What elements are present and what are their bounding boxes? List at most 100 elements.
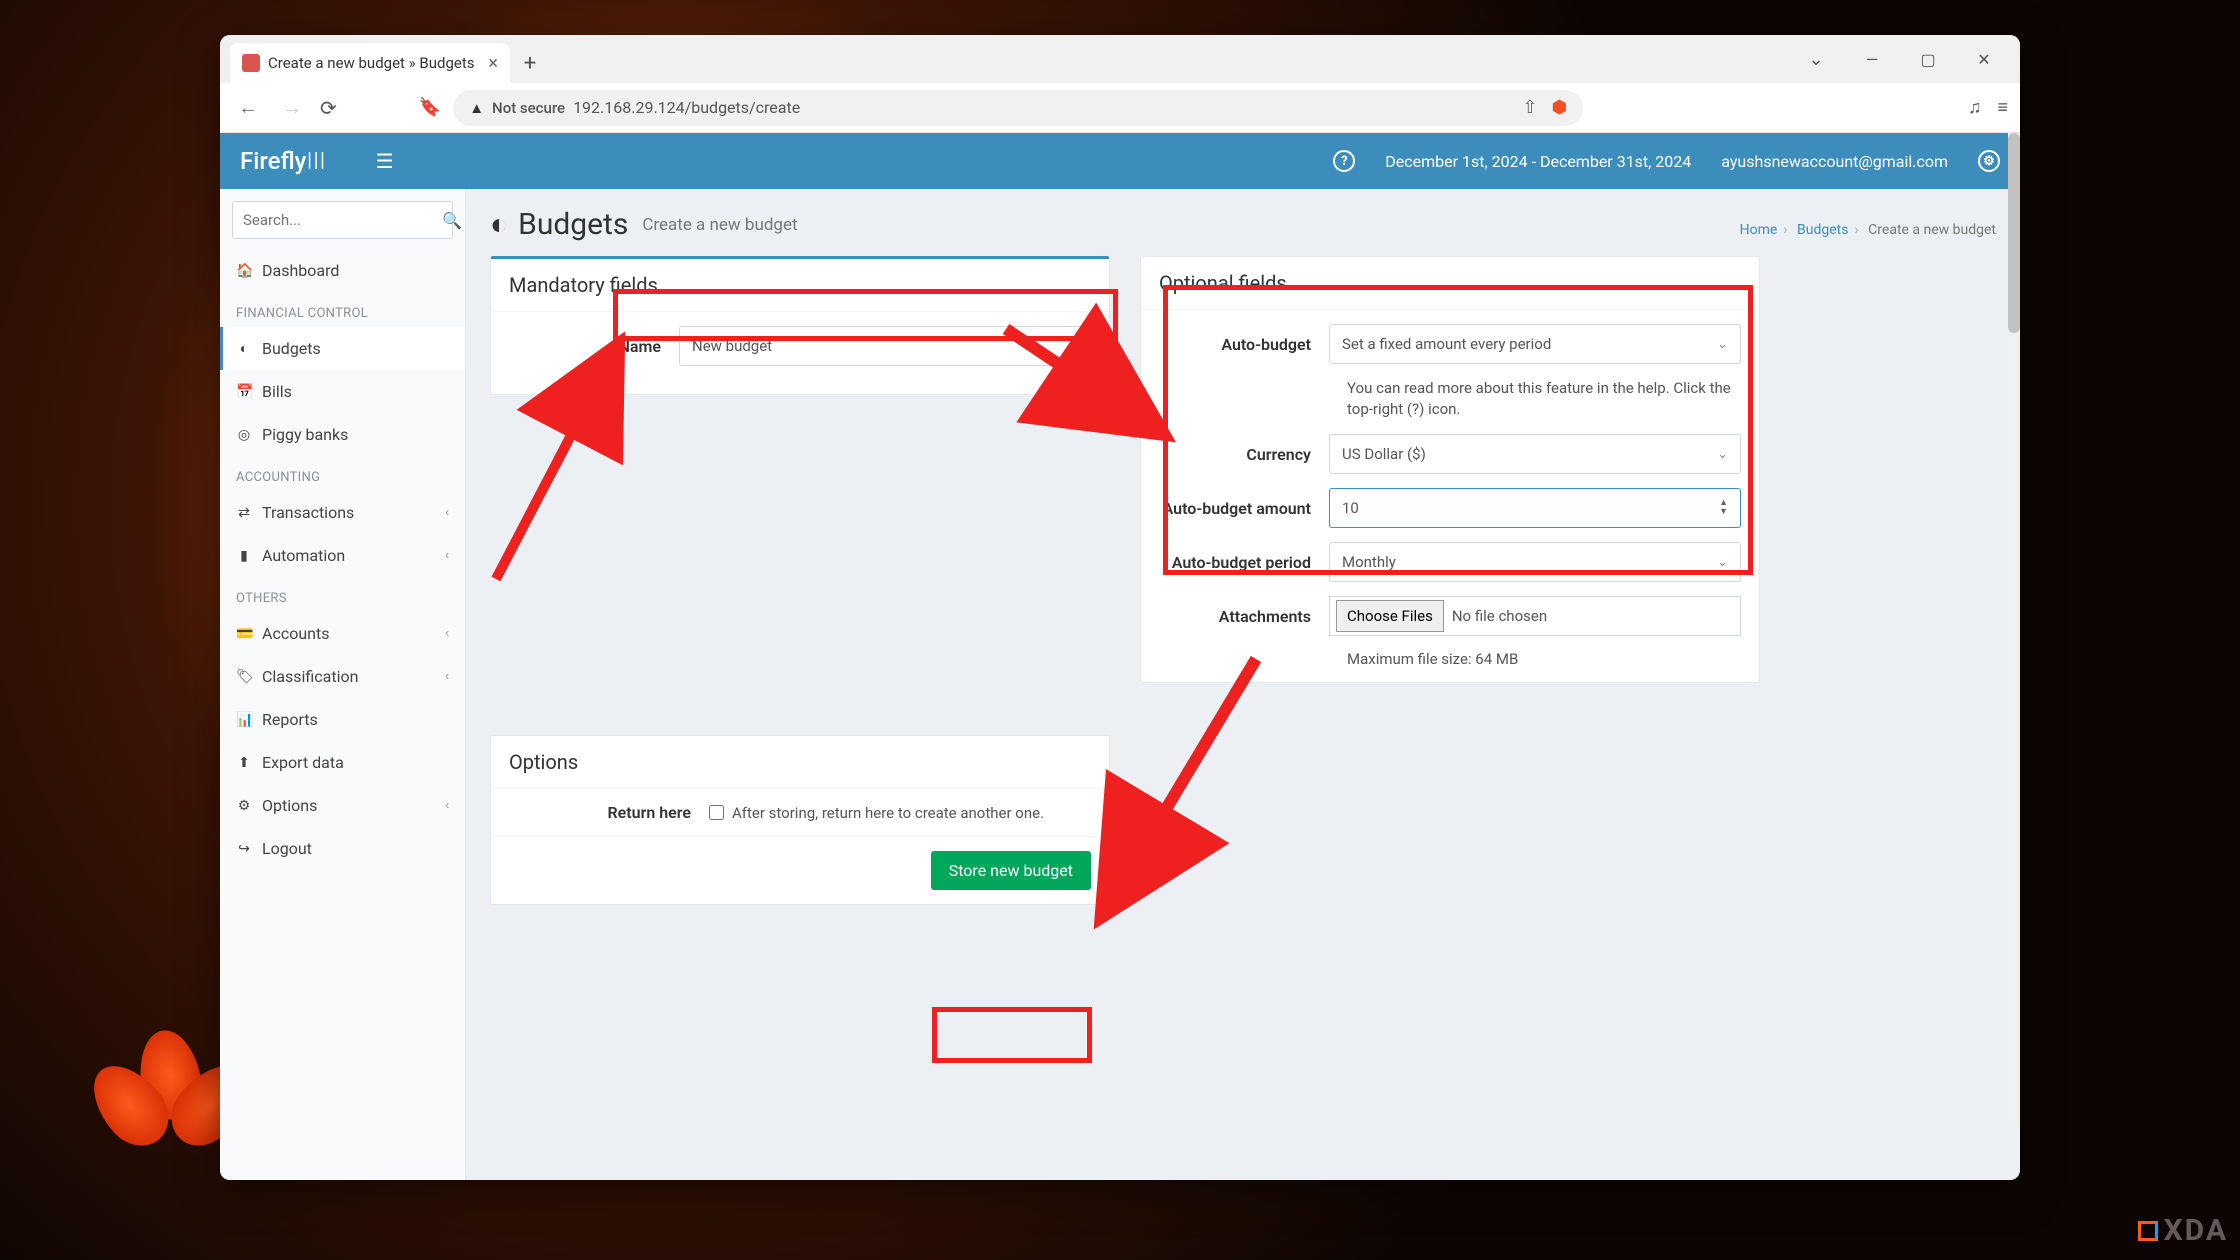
app-logo[interactable]: FireflyIII <box>240 147 366 175</box>
number-stepper-icon[interactable]: ▲▼ <box>1719 499 1728 517</box>
dashboard-icon: 🏠 <box>236 263 252 279</box>
watermark-icon <box>2138 1221 2158 1241</box>
card-icon: 💳 <box>236 626 252 642</box>
tabs-dropdown-icon[interactable]: ⌄ <box>1788 39 1844 79</box>
chevron-down-icon: ⌄ <box>1717 447 1728 462</box>
back-button[interactable]: ← <box>232 91 264 124</box>
choose-files-button[interactable]: Choose Files <box>1336 600 1444 632</box>
shield-icon[interactable]: ⬢ <box>1551 97 1567 118</box>
sidebar-item-export[interactable]: ⬆Export data <box>220 741 465 784</box>
file-input[interactable]: Choose Files No file chosen <box>1329 596 1741 636</box>
exchange-icon: ⇄ <box>236 505 252 521</box>
help-icon[interactable]: ? <box>1333 150 1355 172</box>
search-input-wrap[interactable]: 🔍 <box>232 201 453 239</box>
sidebar-item-options[interactable]: ⚙Options‹ <box>220 784 465 827</box>
auto-budget-select[interactable]: Set a fixed amount every period⌄ <box>1329 324 1741 364</box>
browser-tab[interactable]: Create a new budget » Budgets × <box>230 43 510 83</box>
sliders-icon: ⚙ <box>236 798 252 814</box>
breadcrumb-home[interactable]: Home <box>1740 222 1778 238</box>
url-box[interactable]: ▲ Not secure 192.168.29.124/budgets/crea… <box>453 90 1583 126</box>
name-input[interactable] <box>679 326 1091 366</box>
sidebar-toggle-icon[interactable]: ☰ <box>366 149 404 173</box>
sidebar-item-dashboard[interactable]: 🏠Dashboard <box>220 249 465 292</box>
box-header: Mandatory fields <box>491 259 1109 312</box>
minimize-button[interactable]: — <box>1844 39 1900 79</box>
pie-chart-icon: ◐ <box>236 340 252 357</box>
tab-title: Create a new budget » Budgets <box>268 54 475 72</box>
music-icon[interactable]: ♫ <box>1968 97 1982 118</box>
security-label: Not secure <box>492 99 565 117</box>
sidebar-item-reports[interactable]: 📊Reports <box>220 698 465 741</box>
bar-chart-icon: 📊 <box>236 712 252 728</box>
date-range[interactable]: December 1st, 2024 - December 31st, 2024 <box>1385 152 1691 171</box>
sidebar-header-others: OTHERS <box>220 577 465 612</box>
search-input[interactable] <box>243 211 442 229</box>
favicon <box>242 54 260 72</box>
user-email[interactable]: ayushsnewaccount@gmail.com <box>1721 152 1948 171</box>
share-icon[interactable]: ⇧ <box>1522 97 1537 118</box>
app-topbar: FireflyIII ☰ ? December 1st, 2024 - Dece… <box>220 133 2020 189</box>
return-here-text: After storing, return here to create ano… <box>732 804 1044 822</box>
chevron-down-icon: ⌄ <box>1717 555 1728 570</box>
tab-bar: Create a new budget » Budgets × + ⌄ — ▢ … <box>220 35 2020 83</box>
sidebar-header-financial: FINANCIAL CONTROL <box>220 292 465 327</box>
breadcrumb: Home› Budgets› Create a new budget <box>1740 222 1996 238</box>
calendar-icon: 📅 <box>236 384 252 400</box>
forward-button[interactable]: → <box>276 91 308 124</box>
sidebar-item-piggy[interactable]: ◎Piggy banks <box>220 413 465 456</box>
return-here-label: Return here <box>509 803 709 822</box>
browser-window: Create a new budget » Budgets × + ⌄ — ▢ … <box>220 35 2020 1180</box>
address-bar: ← → ⟳ 🔖 ▲ Not secure 192.168.29.124/budg… <box>220 83 2020 133</box>
mandatory-fields-box: Mandatory fields Name <box>490 256 1110 395</box>
chevron-left-icon: ‹ <box>445 798 449 813</box>
options-box: Options Return here After storing, retur… <box>490 735 1110 905</box>
url-text: 192.168.29.124/budgets/create <box>573 98 800 117</box>
currency-select[interactable]: US Dollar ($)⌄ <box>1329 434 1741 474</box>
menu-icon[interactable]: ≡ <box>1997 97 2008 118</box>
box-header: Optional fields <box>1141 257 1759 310</box>
name-label: Name <box>509 337 679 356</box>
reload-button[interactable]: ⟳ <box>320 96 337 120</box>
sidebar-header-accounting: ACCOUNTING <box>220 456 465 491</box>
search-icon[interactable]: 🔍 <box>442 211 462 230</box>
sidebar-item-transactions[interactable]: ⇄Transactions‹ <box>220 491 465 534</box>
attachments-label: Attachments <box>1159 607 1329 626</box>
chevron-down-icon: ⌄ <box>1717 337 1728 352</box>
sidebar-item-classification[interactable]: 🏷Classification‹ <box>220 655 465 698</box>
sidebar-item-bills[interactable]: 📅Bills <box>220 370 465 413</box>
chevron-left-icon: ‹ <box>445 669 449 684</box>
period-label: Auto-budget period <box>1159 553 1329 572</box>
close-tab-icon[interactable]: × <box>488 53 498 74</box>
amount-input[interactable]: 10▲▼ <box>1329 488 1741 528</box>
sidebar-item-budgets[interactable]: ◐Budgets <box>220 327 465 370</box>
logout-icon: ↪ <box>236 841 252 857</box>
optional-fields-box: Optional fields Auto-budget Set a fixed … <box>1140 256 1760 683</box>
tags-icon: 🏷 <box>236 669 252 685</box>
sidebar-item-automation[interactable]: ▮Automation‹ <box>220 534 465 577</box>
return-here-checkbox[interactable] <box>709 805 724 820</box>
close-window-button[interactable]: ✕ <box>1956 39 2012 79</box>
auto-budget-label: Auto-budget <box>1159 335 1329 354</box>
settings-gear-icon[interactable]: ⚙ <box>1978 150 2000 172</box>
maximize-button[interactable]: ▢ <box>1900 39 1956 79</box>
box-header: Options <box>491 736 1109 789</box>
period-select[interactable]: Monthly⌄ <box>1329 542 1741 582</box>
bookmark-icon[interactable]: 🔖 <box>419 97 441 118</box>
page-title: ◐ Budgets Create a new budget <box>490 207 798 242</box>
upload-icon: ⬆ <box>236 755 252 771</box>
breadcrumb-budgets[interactable]: Budgets <box>1797 222 1848 238</box>
target-icon: ◎ <box>236 427 252 443</box>
automation-icon: ▮ <box>236 548 252 564</box>
watermark: XDA <box>2138 1213 2228 1248</box>
annotation-highlight <box>932 1007 1092 1063</box>
store-new-budget-button[interactable]: Store new budget <box>931 851 1091 890</box>
main-content: ◐ Budgets Create a new budget Home› Budg… <box>466 189 2020 1180</box>
sidebar-item-logout[interactable]: ↪Logout <box>220 827 465 870</box>
chevron-left-icon: ‹ <box>445 548 449 563</box>
chevron-left-icon: ‹ <box>445 505 449 520</box>
sidebar-item-accounts[interactable]: 💳Accounts‹ <box>220 612 465 655</box>
file-status: No file chosen <box>1444 607 1547 625</box>
new-tab-button[interactable]: + <box>510 43 550 83</box>
currency-label: Currency <box>1159 445 1329 464</box>
breadcrumb-current: Create a new budget <box>1868 222 1996 238</box>
